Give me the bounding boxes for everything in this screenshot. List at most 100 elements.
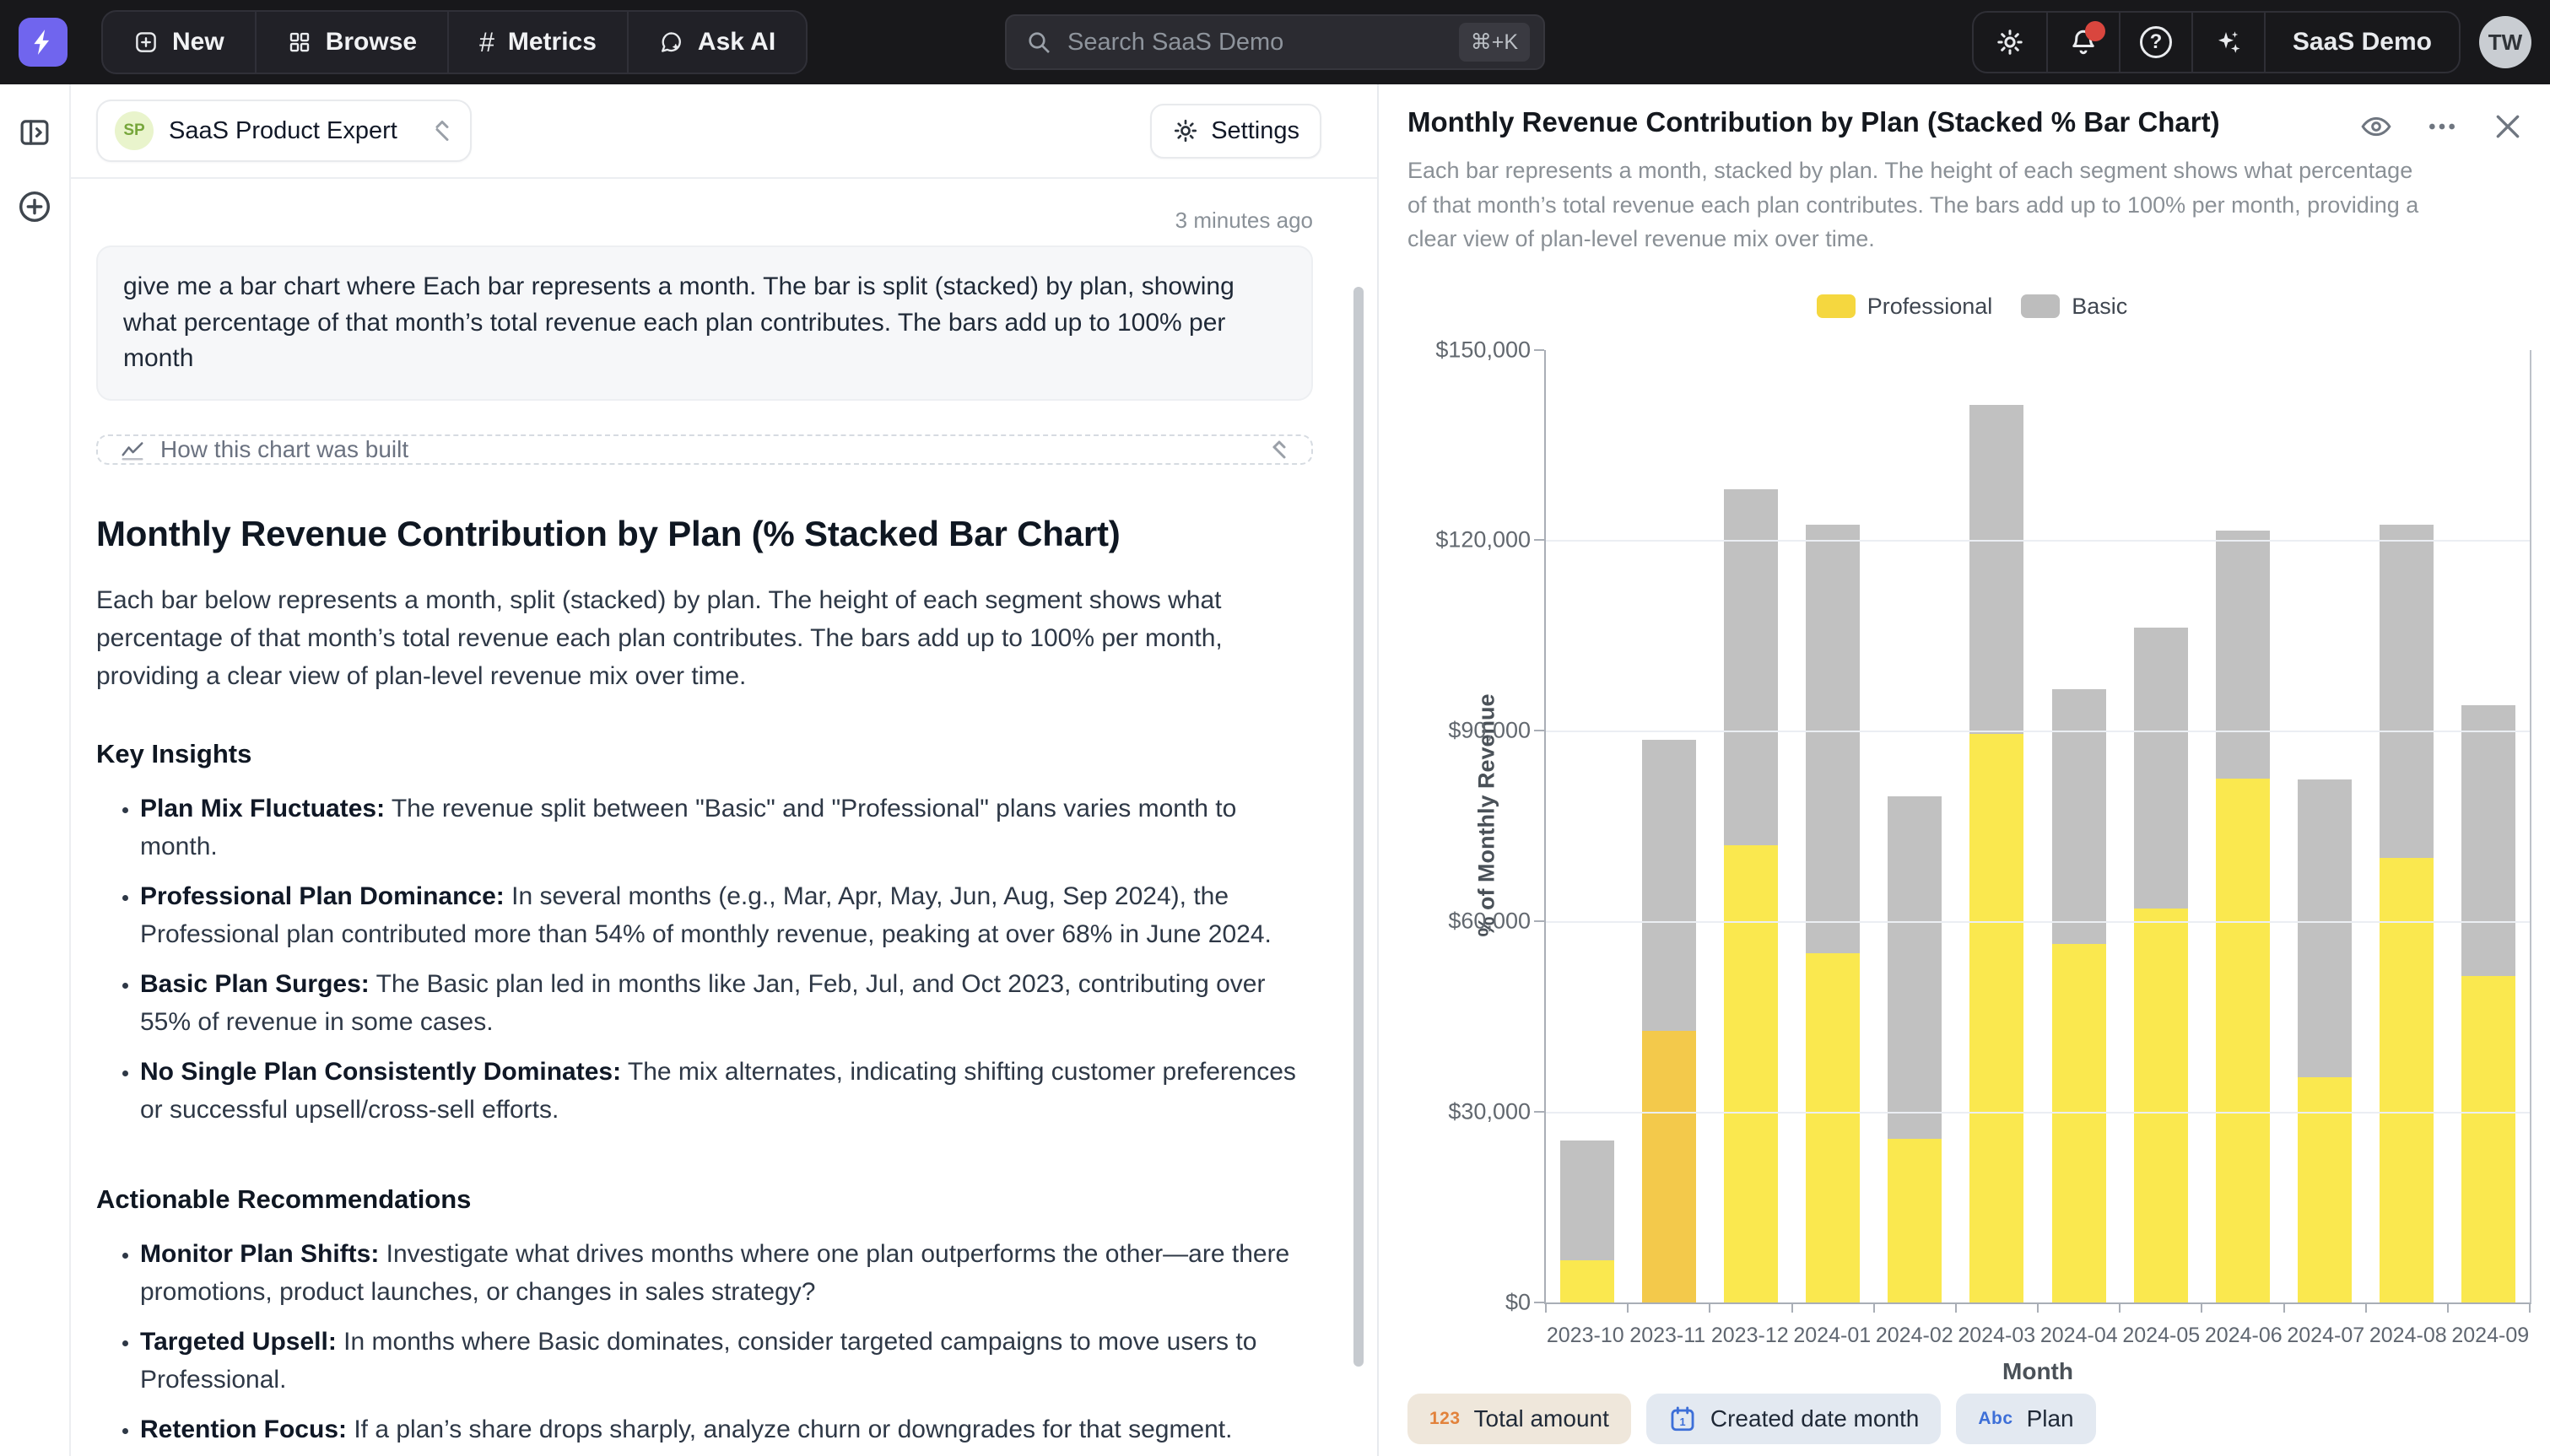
field-tags: 123 Total amount 1 Created date month Ab… xyxy=(1407,1394,2536,1449)
notifications-button[interactable] xyxy=(2046,13,2119,72)
abc-icon: Abc xyxy=(1978,1409,2012,1429)
bar-2024-04[interactable] xyxy=(2038,350,2120,1303)
field-tag-created-date-month[interactable]: 1 Created date month xyxy=(1646,1394,1942,1444)
segment-basic-2024-09[interactable] xyxy=(2461,705,2515,976)
hash-icon: # xyxy=(479,27,494,58)
settings-gear-button[interactable] xyxy=(1974,13,2046,72)
recommendations-list: Monitor Plan Shifts: Investigate what dr… xyxy=(96,1235,1313,1456)
x-axis-label: 2024-05 xyxy=(2120,1324,2203,1348)
user-message: give me a bar chart where Each bar repre… xyxy=(96,245,1313,401)
segment-professional-2024-08[interactable] xyxy=(2380,858,2434,1302)
bar-2024-06[interactable] xyxy=(2202,350,2283,1303)
chart-legend: Professional Basic xyxy=(1407,294,2536,320)
x-tick-mark xyxy=(1955,1302,1957,1313)
global-search[interactable]: ⌘+K xyxy=(1005,14,1545,70)
segment-professional-2024-04[interactable] xyxy=(2052,944,2106,1302)
message-timestamp: 3 minutes ago xyxy=(96,208,1313,234)
list-item: No Single Plan Consistently Dominates: T… xyxy=(140,1053,1313,1129)
x-axis-label: 2023-11 xyxy=(1627,1324,1710,1348)
x-axis-label: 2024-07 xyxy=(2285,1324,2368,1348)
y-tick-mark xyxy=(1534,349,1544,351)
grid-icon xyxy=(287,30,312,55)
segment-basic-2024-01[interactable] xyxy=(1806,525,1860,953)
help-button[interactable]: ? xyxy=(2119,13,2191,72)
segment-professional-2024-03[interactable] xyxy=(1969,734,2023,1302)
y-tick-mark xyxy=(1534,1302,1544,1303)
new-thread-icon[interactable] xyxy=(15,187,54,226)
legend-item-basic[interactable]: Basic xyxy=(2021,294,2127,320)
list-item: Plan Mix Fluctuates: The revenue split b… xyxy=(140,790,1313,866)
segment-basic-2024-02[interactable] xyxy=(1888,796,1942,1140)
x-axis-label: 2024-04 xyxy=(2038,1324,2120,1348)
topbar-nav-browse[interactable]: Browse xyxy=(255,12,447,73)
segment-professional-2024-06[interactable] xyxy=(2216,779,2270,1302)
ai-button[interactable] xyxy=(2191,13,2264,72)
insights-title: Key Insights xyxy=(96,739,1313,769)
line-chart-icon xyxy=(120,437,145,462)
view-eye-icon[interactable] xyxy=(2359,110,2393,143)
123-icon: 123 xyxy=(1429,1409,1461,1429)
segment-basic-2024-06[interactable] xyxy=(2216,531,2270,779)
segment-basic-2024-05[interactable] xyxy=(2134,628,2188,909)
bar-2024-05[interactable] xyxy=(2120,350,2202,1303)
x-tick-mark xyxy=(1545,1302,1547,1313)
segment-basic-2023-12[interactable] xyxy=(1724,489,1778,845)
x-axis-label: 2024-06 xyxy=(2202,1324,2285,1348)
gridline xyxy=(1546,731,2530,732)
chat-scrollbar[interactable] xyxy=(1353,287,1364,1367)
segment-basic-2024-03[interactable] xyxy=(1969,405,2023,734)
bar-2024-03[interactable] xyxy=(1956,350,2038,1303)
segment-professional-2024-01[interactable] xyxy=(1806,953,1860,1302)
segment-basic-2023-10[interactable] xyxy=(1560,1141,1614,1260)
chat-sparkle-icon xyxy=(659,30,684,55)
segment-professional-2024-05[interactable] xyxy=(2134,909,2188,1302)
gear-icon xyxy=(1995,27,2025,57)
close-icon[interactable] xyxy=(2491,110,2525,143)
y-tick-label: $90,000 xyxy=(1448,718,1531,744)
how-chart-built-toggle[interactable]: How this chart was built xyxy=(96,434,1313,465)
chat-scroll-area[interactable]: 3 minutes ago give me a bar chart where … xyxy=(71,179,1377,1456)
bar-2023-10[interactable] xyxy=(1546,350,1628,1303)
segment-professional-2024-02[interactable] xyxy=(1888,1139,1942,1302)
app-logo[interactable] xyxy=(19,18,68,67)
gridline xyxy=(1546,1112,2530,1114)
segment-professional-2023-11[interactable] xyxy=(1642,1031,1696,1302)
segment-professional-2024-09[interactable] xyxy=(2461,976,2515,1302)
topbar-right: ? SaaS Demo TW xyxy=(1972,11,2531,73)
bar-2023-11[interactable] xyxy=(1628,350,1710,1303)
bar-2024-08[interactable] xyxy=(2366,350,2448,1303)
agent-settings-button[interactable]: Settings xyxy=(1150,104,1321,159)
segment-basic-2024-07[interactable] xyxy=(2298,779,2352,1078)
search-input[interactable] xyxy=(1067,29,1459,57)
left-rail xyxy=(0,84,71,1456)
bar-2023-12[interactable] xyxy=(1710,350,1791,1303)
gridline xyxy=(1546,921,2530,923)
topbar-nav-new[interactable]: New xyxy=(103,12,255,73)
legend-item-professional[interactable]: Professional xyxy=(1817,294,1993,320)
topbar-nav-metrics[interactable]: # Metrics xyxy=(447,12,627,73)
user-avatar[interactable]: TW xyxy=(2479,16,2531,68)
segment-professional-2023-10[interactable] xyxy=(1560,1260,1614,1302)
bar-2024-09[interactable] xyxy=(2448,350,2530,1303)
field-tag-plan[interactable]: Abc Plan xyxy=(1956,1394,2095,1444)
segment-basic-2024-08[interactable] xyxy=(2380,525,2434,858)
bar-2024-02[interactable] xyxy=(1874,350,1956,1303)
plot-area: $150,000$120,000$90,000$60,000$30,000$0 xyxy=(1544,350,2531,1305)
segment-basic-2023-11[interactable] xyxy=(1642,740,1696,1031)
field-tag-total-amount[interactable]: 123 Total amount xyxy=(1407,1394,1631,1444)
insights-list: Plan Mix Fluctuates: The revenue split b… xyxy=(96,790,1313,1141)
collapse-sidebar-icon[interactable] xyxy=(17,115,52,150)
response-intro: Each bar below represents a month, split… xyxy=(96,581,1313,695)
org-switcher[interactable]: SaaS Demo xyxy=(2264,13,2459,72)
bar-2024-07[interactable] xyxy=(2284,350,2366,1303)
topbar-nav-ask-ai[interactable]: Ask AI xyxy=(627,12,806,73)
agent-selector[interactable]: SP SaaS Product Expert xyxy=(96,100,472,162)
x-tick-mark xyxy=(1709,1302,1710,1313)
bar-2024-01[interactable] xyxy=(1792,350,1874,1303)
topbar: New Browse # Metrics Ask AI ⌘+K xyxy=(0,0,2550,84)
agent-name: SaaS Product Expert xyxy=(169,117,397,145)
segment-basic-2024-04[interactable] xyxy=(2052,689,2106,943)
chevron-up-down-icon xyxy=(431,118,453,143)
more-options-icon[interactable] xyxy=(2425,110,2459,143)
segment-professional-2023-12[interactable] xyxy=(1724,845,1778,1302)
